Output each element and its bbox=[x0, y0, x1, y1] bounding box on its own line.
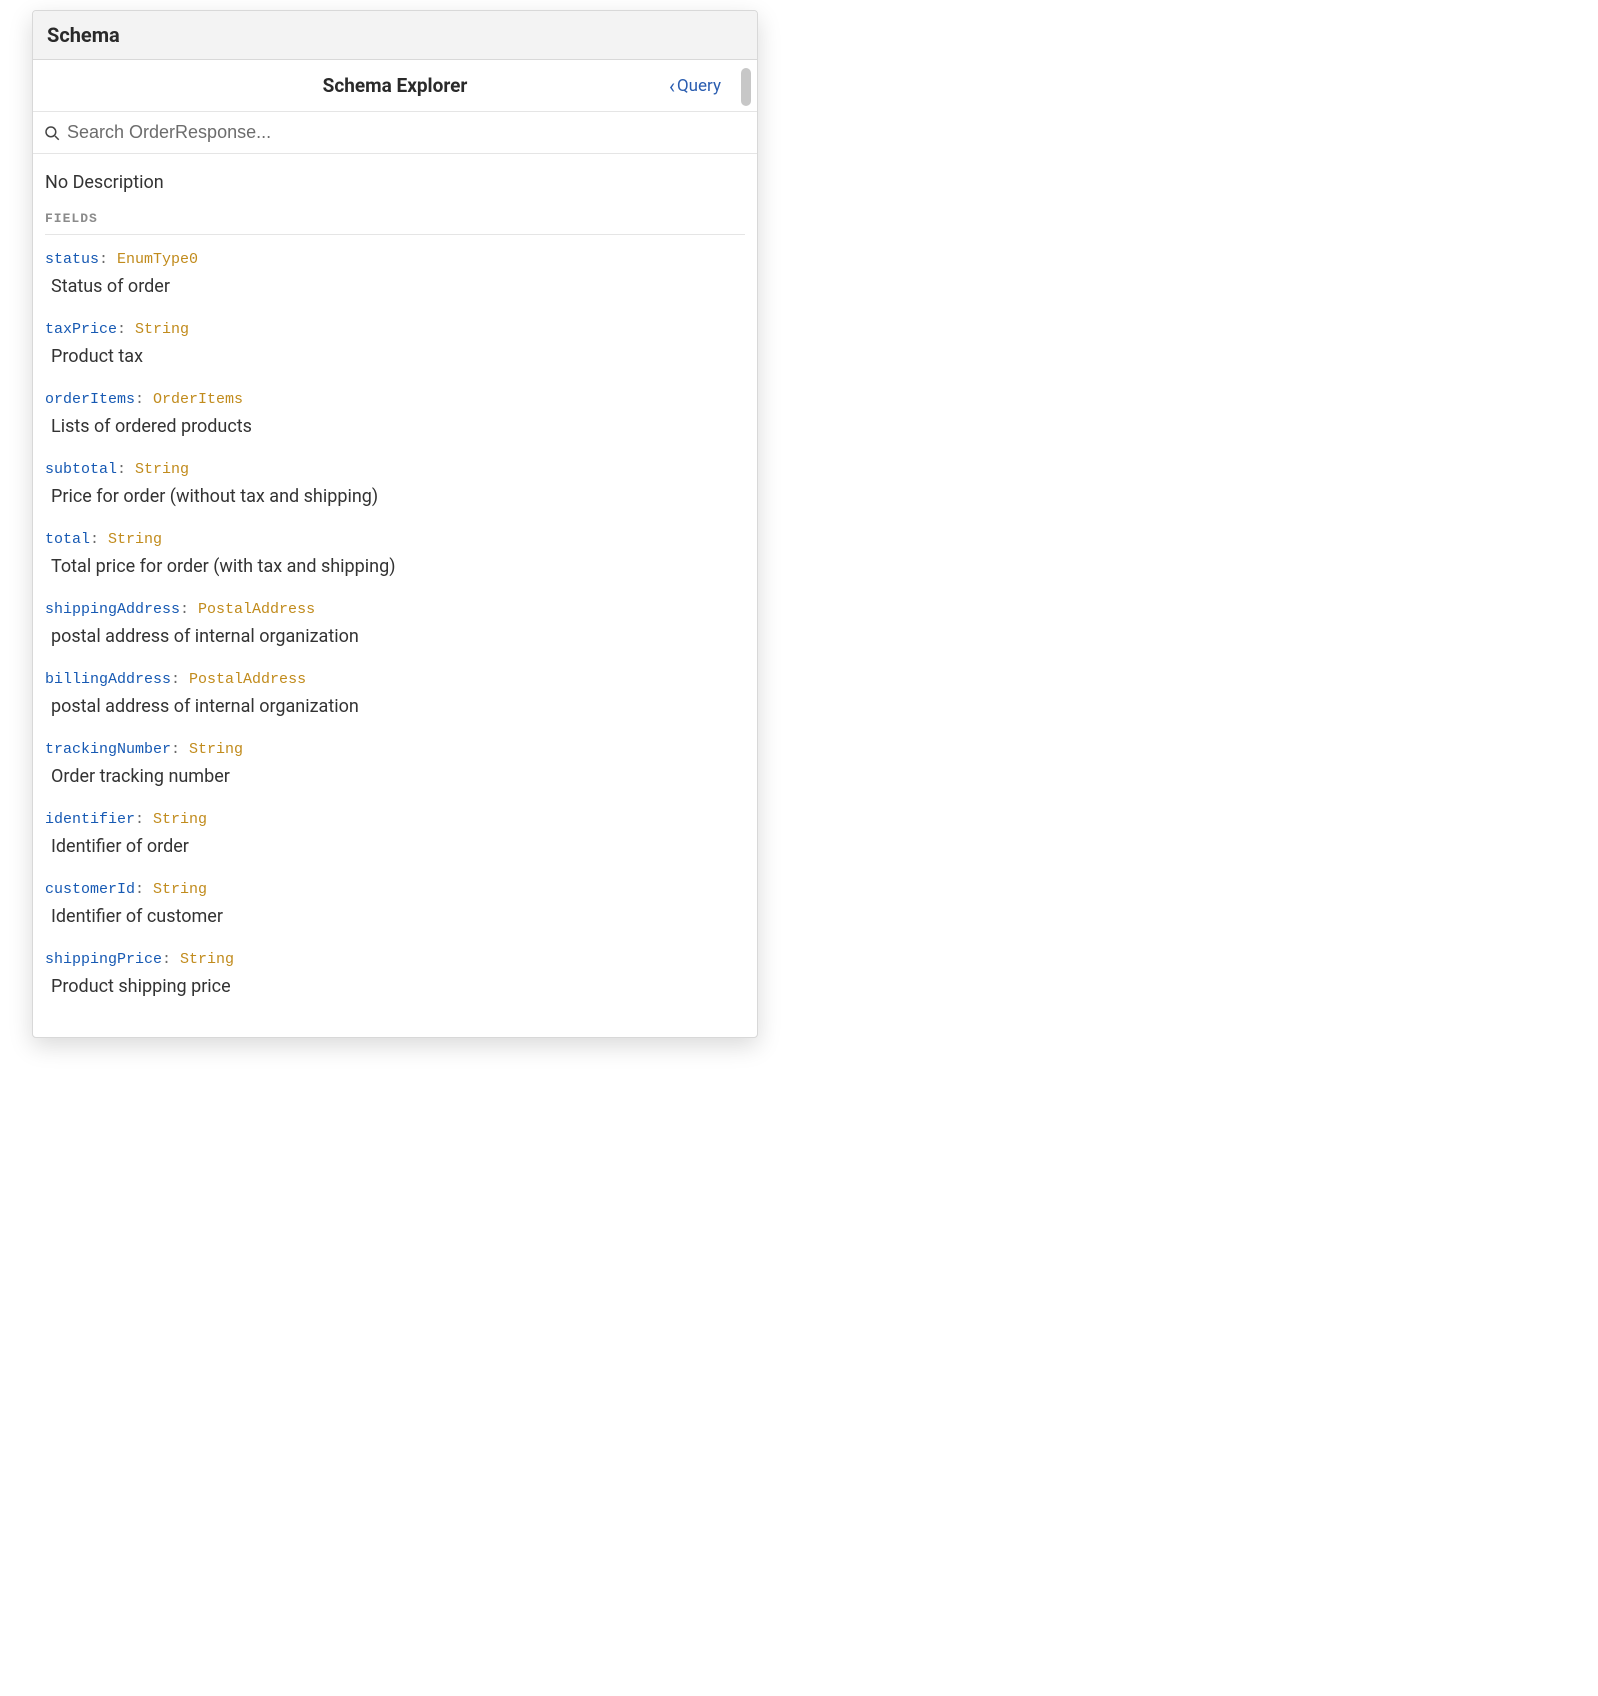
field-name-link[interactable]: identifier bbox=[45, 811, 135, 828]
back-label: Query bbox=[677, 76, 721, 96]
field-type-link[interactable]: String bbox=[135, 321, 189, 338]
explorer-toolbar: Schema Explorer ‹ Query bbox=[33, 60, 757, 112]
panel-title: Schema bbox=[33, 11, 757, 60]
colon-separator: : bbox=[180, 601, 198, 618]
field-description: Lists of ordered products bbox=[45, 416, 745, 437]
colon-separator: : bbox=[135, 391, 153, 408]
field-signature: billingAddress: PostalAddress bbox=[45, 669, 745, 690]
field-row: shippingPrice: String Product shipping pr… bbox=[45, 949, 745, 997]
field-name-link[interactable]: shippingPrice bbox=[45, 951, 162, 968]
field-signature: taxPrice: String bbox=[45, 319, 745, 340]
search-input[interactable] bbox=[67, 122, 745, 143]
colon-separator: : bbox=[117, 321, 135, 338]
field-name-link[interactable]: shippingAddress bbox=[45, 601, 180, 618]
field-name-link[interactable]: status bbox=[45, 251, 99, 268]
field-type-link[interactable]: String bbox=[135, 461, 189, 478]
field-row: customerId: String Identifier of customer bbox=[45, 879, 745, 927]
field-type-link[interactable]: String bbox=[180, 951, 234, 968]
field-name-link[interactable]: trackingNumber bbox=[45, 741, 171, 758]
field-signature: orderItems: OrderItems bbox=[45, 389, 745, 410]
colon-separator: : bbox=[171, 671, 189, 688]
field-signature: identifier: String bbox=[45, 809, 745, 830]
type-description: No Description bbox=[45, 166, 745, 211]
back-button[interactable]: ‹ Query bbox=[669, 76, 721, 96]
field-signature: status: EnumType0 bbox=[45, 249, 745, 270]
field-description: Identifier of customer bbox=[45, 906, 745, 927]
field-row: status: EnumType0 Status of order bbox=[45, 249, 745, 297]
field-type-link[interactable]: PostalAddress bbox=[198, 601, 315, 618]
field-name-link[interactable]: total bbox=[45, 531, 90, 548]
field-description: postal address of internal organization bbox=[45, 696, 745, 717]
field-description: Status of order bbox=[45, 276, 745, 297]
field-row: billingAddress: PostalAddress postal addr… bbox=[45, 669, 745, 717]
fields-list: status: EnumType0 Status of order taxPrice… bbox=[45, 249, 745, 997]
colon-separator: : bbox=[117, 461, 135, 478]
field-name-link[interactable]: taxPrice bbox=[45, 321, 117, 338]
field-description: Price for order (without tax and shippin… bbox=[45, 486, 745, 507]
field-type-link[interactable]: String bbox=[189, 741, 243, 758]
field-description: Product tax bbox=[45, 346, 745, 367]
field-type-link[interactable]: OrderItems bbox=[153, 391, 243, 408]
field-row: taxPrice: String Product tax bbox=[45, 319, 745, 367]
explorer-title: Schema Explorer bbox=[323, 74, 468, 97]
scrollbar-thumb[interactable] bbox=[741, 68, 751, 106]
field-row: total: String Total price for order (with… bbox=[45, 529, 745, 577]
search-row bbox=[33, 112, 757, 154]
field-type-link[interactable]: String bbox=[153, 881, 207, 898]
schema-body: No Description FIELDS status: EnumType0 S… bbox=[33, 154, 757, 1037]
field-name-link[interactable]: billingAddress bbox=[45, 671, 171, 688]
colon-separator: : bbox=[135, 881, 153, 898]
field-signature: shippingPrice: String bbox=[45, 949, 745, 970]
fields-section-label: FIELDS bbox=[45, 211, 745, 235]
field-row: subtotal: String Price for order (without… bbox=[45, 459, 745, 507]
field-description: Order tracking number bbox=[45, 766, 745, 787]
field-description: Product shipping price bbox=[45, 976, 745, 997]
field-name-link[interactable]: customerId bbox=[45, 881, 135, 898]
field-signature: customerId: String bbox=[45, 879, 745, 900]
field-description: Identifier of order bbox=[45, 836, 745, 857]
colon-separator: : bbox=[171, 741, 189, 758]
field-name-link[interactable]: subtotal bbox=[45, 461, 117, 478]
chevron-left-icon: ‹ bbox=[669, 76, 675, 96]
field-row: orderItems: OrderItems Lists of ordered p… bbox=[45, 389, 745, 437]
field-row: identifier: String Identifier of order bbox=[45, 809, 745, 857]
field-signature: subtotal: String bbox=[45, 459, 745, 480]
colon-separator: : bbox=[162, 951, 180, 968]
field-type-link[interactable]: String bbox=[108, 531, 162, 548]
colon-separator: : bbox=[135, 811, 153, 828]
field-name-link[interactable]: orderItems bbox=[45, 391, 135, 408]
field-signature: trackingNumber: String bbox=[45, 739, 745, 760]
schema-panel: Schema Schema Explorer ‹ Query No Descri… bbox=[32, 10, 758, 1038]
field-type-link[interactable]: String bbox=[153, 811, 207, 828]
field-description: Total price for order (with tax and ship… bbox=[45, 556, 745, 577]
field-signature: total: String bbox=[45, 529, 745, 550]
field-type-link[interactable]: PostalAddress bbox=[189, 671, 306, 688]
field-row: trackingNumber: String Order tracking num… bbox=[45, 739, 745, 787]
field-type-link[interactable]: EnumType0 bbox=[117, 251, 198, 268]
field-signature: shippingAddress: PostalAddress bbox=[45, 599, 745, 620]
colon-separator: : bbox=[90, 531, 108, 548]
field-row: shippingAddress: PostalAddress postal add… bbox=[45, 599, 745, 647]
search-icon bbox=[43, 124, 61, 142]
colon-separator: : bbox=[99, 251, 117, 268]
field-description: postal address of internal organization bbox=[45, 626, 745, 647]
